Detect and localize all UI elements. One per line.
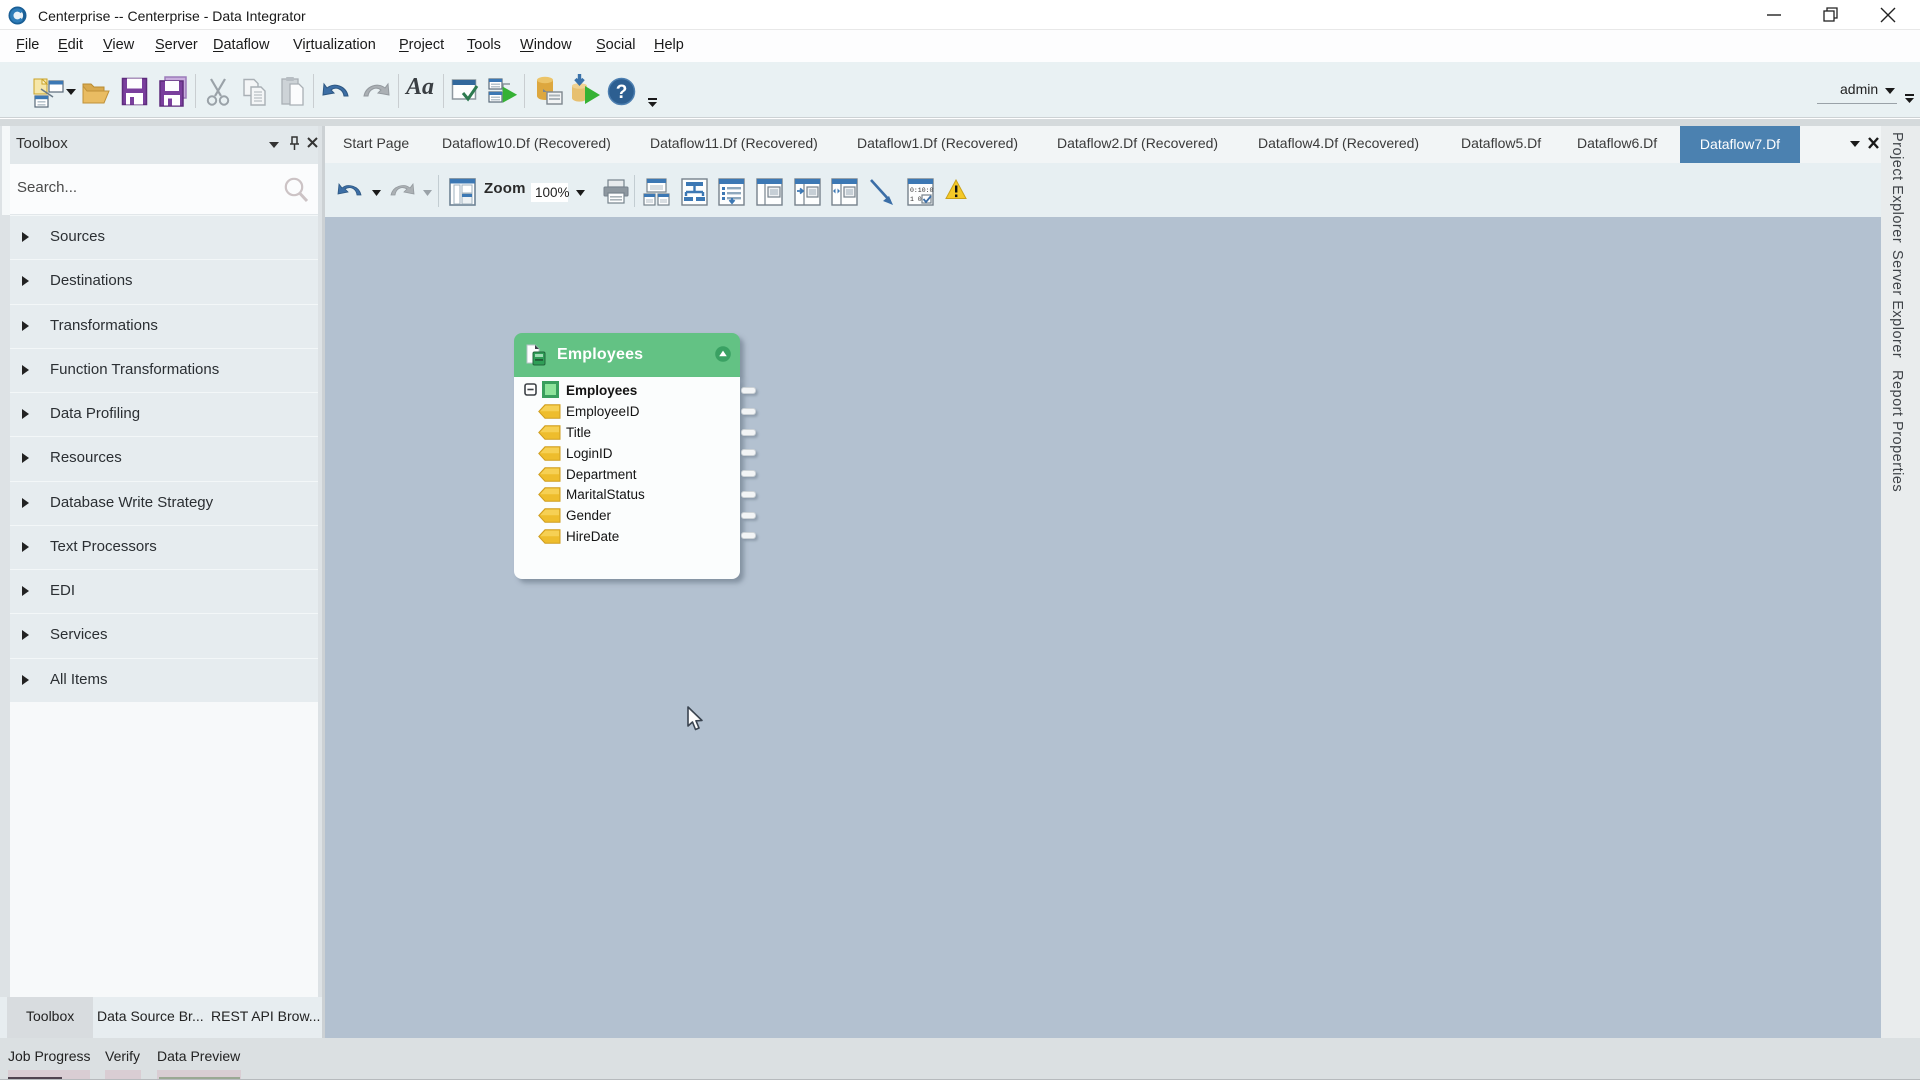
svg-text:0:10:01: 0:10:01 [910, 187, 934, 194]
svg-text:?: ? [616, 82, 628, 103]
svg-text:1 0: 1 0 [910, 196, 922, 203]
